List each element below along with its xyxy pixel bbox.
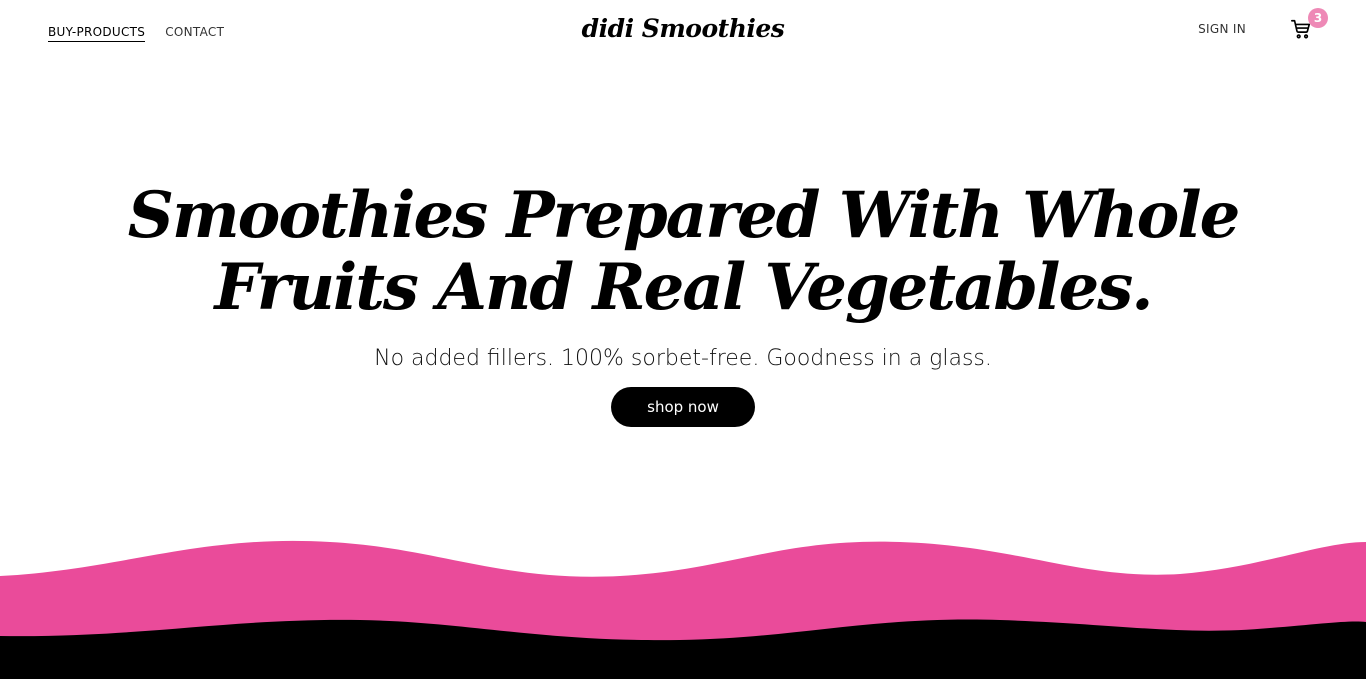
nav-actions: SIGN IN 3 — [1198, 8, 1328, 44]
cart-icon — [1290, 19, 1312, 44]
top-nav: BUY-PRODUCTS CONTACT didi Smoothies SIGN… — [0, 0, 1366, 64]
sign-in-link[interactable]: SIGN IN — [1198, 20, 1246, 36]
shop-now-button[interactable]: shop now — [611, 387, 755, 427]
decorative-waves — [0, 540, 1366, 679]
brand-logo[interactable]: didi Smoothies — [0, 14, 1366, 43]
hero-title: Smoothies Prepared With Whole Fruits And… — [127, 178, 1241, 325]
page: BUY-PRODUCTS CONTACT didi Smoothies SIGN… — [0, 0, 1366, 679]
hero-section: Smoothies Prepared With Whole Fruits And… — [0, 180, 1366, 427]
cart-button[interactable]: 3 — [1290, 8, 1328, 44]
hero-subtitle: No added fillers. 100% sorbet-free. Good… — [374, 346, 992, 371]
cart-count-badge: 3 — [1308, 8, 1328, 28]
